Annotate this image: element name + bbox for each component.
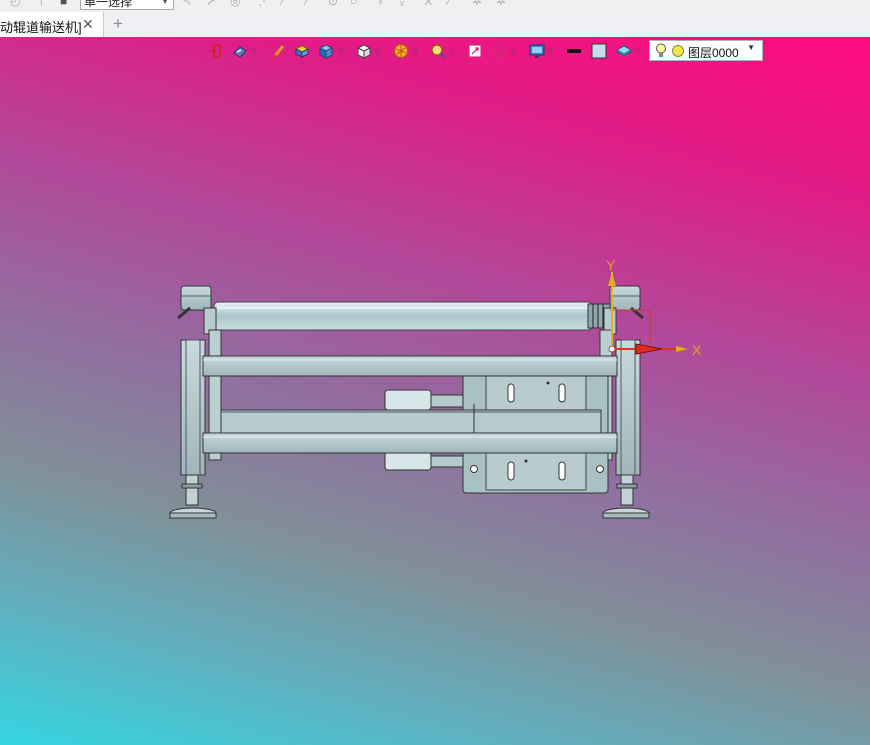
new-tab-icon[interactable]: + xyxy=(113,14,123,34)
snap-icon[interactable]: ↖ xyxy=(182,0,194,7)
snap-icon[interactable]: ⊙ xyxy=(328,0,340,7)
snap-icon[interactable]: ♆ xyxy=(376,0,388,7)
roller[interactable] xyxy=(213,301,611,331)
pin-icon[interactable]: † xyxy=(38,0,50,7)
snap-icon[interactable]: ◎ xyxy=(230,0,242,7)
close-icon[interactable]: ✕ xyxy=(82,16,94,33)
axis-x-label: X xyxy=(692,342,702,358)
snap-icon[interactable]: ⁄ xyxy=(282,0,294,7)
gear-icon[interactable]: ✲ xyxy=(472,0,484,7)
axis-y-label: Y xyxy=(606,257,616,273)
undo-icon[interactable]: ◴ xyxy=(10,0,22,7)
selection-filter-value: 单一选择 xyxy=(84,0,133,9)
bearing-block-left[interactable] xyxy=(177,285,217,335)
snap-icon[interactable]: ↗ xyxy=(206,0,218,7)
select-mode-icon[interactable]: ■ xyxy=(60,0,72,7)
snap-icon[interactable]: ⁄ xyxy=(448,0,460,7)
conveyor-3d-model[interactable]: X Y xyxy=(0,37,870,745)
snap-icon[interactable]: ⋰ xyxy=(258,0,270,7)
leveling-foot-left[interactable] xyxy=(169,474,217,519)
snap-icon[interactable]: ⋏ xyxy=(424,0,436,7)
tab-label: 动辊道输送机] xyxy=(0,20,82,35)
chevron-down-icon: ▼ xyxy=(161,0,169,6)
document-tab-bar: 动辊道输送机] ✕ + xyxy=(0,12,870,38)
snap-icon[interactable]: ○ xyxy=(350,0,362,7)
graphics-viewport[interactable]: ▽ ▽ ▽ ▽ ▽ ▽ ▽ ▽ 图层0000 ▼ X Y xyxy=(0,37,870,745)
snap-icon[interactable]: ᵥ xyxy=(400,0,412,7)
snap-icon[interactable]: ⁄ xyxy=(306,0,318,7)
leveling-foot-right[interactable] xyxy=(602,474,650,519)
tab-document[interactable]: 动辊道输送机] ✕ xyxy=(0,12,104,37)
gear-icon[interactable]: ✲ xyxy=(496,0,508,7)
top-ribbon: ◴ † ■ 单一选择 ▼ ↖ ↗ ◎ ⋰ ⁄ ⁄ ⊙ ○ ♆ ᵥ ⋏ ⁄ ✲ ✲ xyxy=(0,0,870,12)
selection-filter-dropdown[interactable]: 单一选择 ▼ xyxy=(80,0,174,10)
